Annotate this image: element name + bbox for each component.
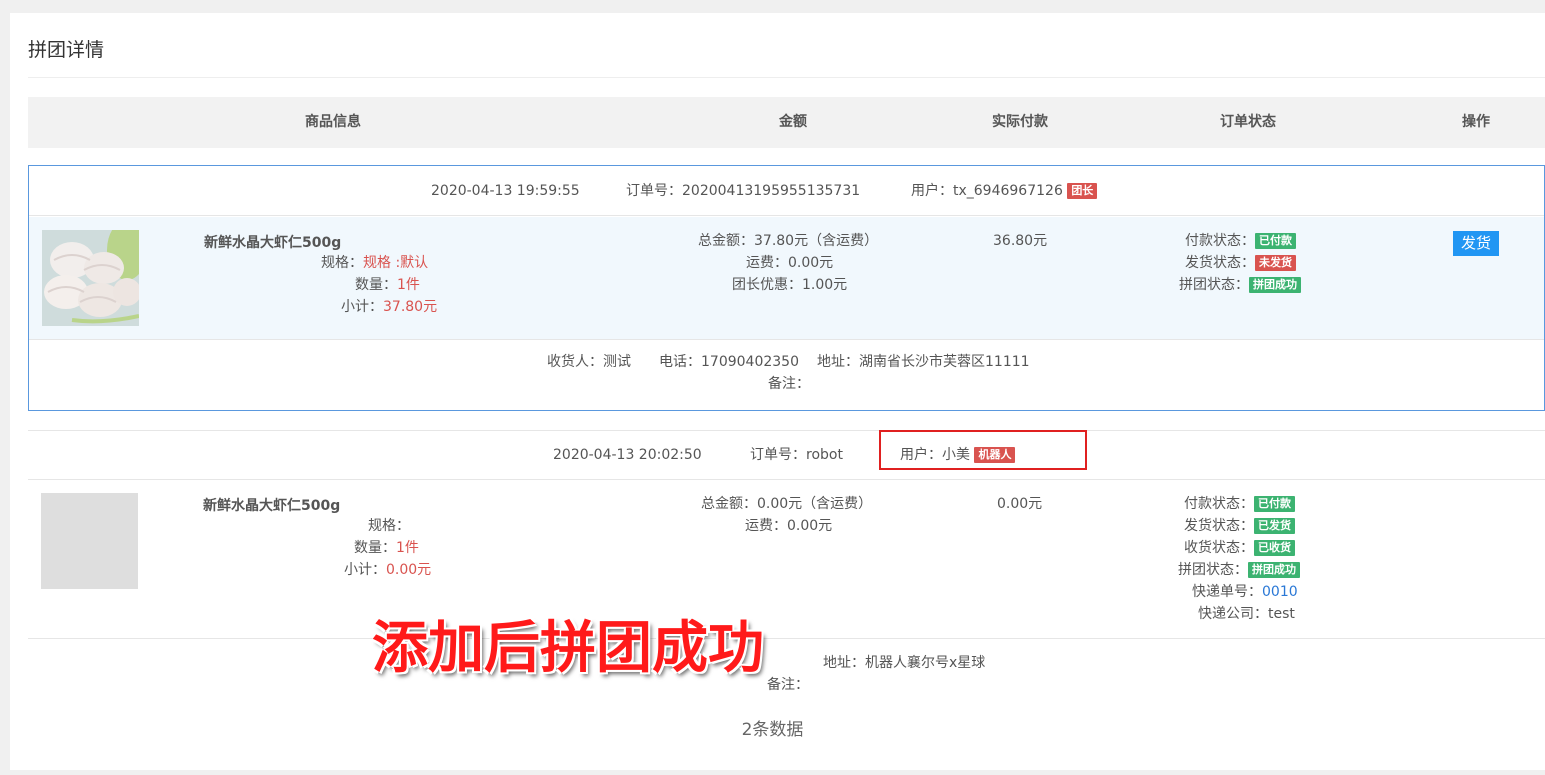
- ship-status-label: 发货状态：: [1185, 255, 1255, 271]
- leader-discount: 团长优惠：1.00元: [732, 277, 848, 293]
- courier-value: test: [1268, 606, 1295, 622]
- ship-status-badge: 已发货: [1254, 518, 1295, 534]
- consignee-phone: 电话：17090402350: [659, 354, 799, 370]
- quantity-label: 数量：: [354, 540, 396, 556]
- product-name: 新鲜水晶大虾仁500g: [203, 498, 341, 514]
- ship-status: 发货状态： 已发货: [1184, 515, 1295, 537]
- receive-status-label: 收货状态：: [1184, 540, 1254, 556]
- product-spec: 规格：: [368, 515, 410, 537]
- order-body: 新鲜水晶大虾仁500g 规格：规格 :默认 数量：1件 小计：37.80元 总金…: [29, 217, 1544, 340]
- ship-status-badge: 未发货: [1255, 255, 1296, 271]
- pay-status: 付款状态： 已付款: [1184, 493, 1295, 515]
- spec-value: 规格 :默认: [363, 255, 429, 271]
- courier-label: 快递公司：: [1198, 606, 1268, 622]
- tracking-label: 快递单号：: [1192, 584, 1262, 600]
- order-card: 2020-04-13 19:59:55 订单号：2020041319595513…: [28, 165, 1545, 411]
- product-image[interactable]: [42, 230, 139, 326]
- pay-status-label: 付款状态：: [1185, 233, 1255, 249]
- paid-amount: 0.00元: [997, 496, 1043, 512]
- pay-status: 付款状态： 已付款: [1185, 230, 1296, 252]
- freight-amount: 运费：0.00元: [745, 518, 833, 534]
- receive-status: 收货状态： 已收货: [1184, 537, 1295, 559]
- order-number-value: robot: [806, 447, 843, 463]
- order-number-label: 订单号：: [750, 447, 806, 463]
- header-order-status: 订单状态: [1220, 114, 1276, 130]
- record-count: 2条数据: [741, 720, 804, 740]
- group-status-badge: 拼团成功: [1248, 562, 1300, 578]
- order-number: 订单号：robot: [750, 431, 843, 480]
- total-amount: 总金额：37.80元（含运费）: [698, 233, 879, 249]
- order-header: 2020-04-13 19:59:55 订单号：2020041319595513…: [29, 166, 1544, 216]
- order-number-label: 订单号：: [626, 183, 682, 199]
- order-card: 2020-04-13 20:02:50 订单号：robot 用户：小美 机器人 …: [28, 430, 1545, 693]
- ship-button[interactable]: 发货: [1453, 231, 1499, 256]
- quantity-value: 1件: [397, 277, 420, 293]
- pay-status-label: 付款状态：: [1184, 496, 1254, 512]
- title-divider: [28, 77, 1545, 78]
- header-actions: 操作: [1462, 114, 1490, 130]
- spec-label: 规格：: [321, 255, 363, 271]
- header-product-info: 商品信息: [305, 114, 361, 130]
- order-number-value: 20200413195955135731: [682, 183, 861, 199]
- group-status: 拼团状态： 拼团成功: [1178, 559, 1300, 581]
- product-subtotal: 小计：0.00元: [344, 559, 431, 581]
- subtotal-label: 小计：: [344, 562, 386, 578]
- group-status-badge: 拼团成功: [1249, 277, 1301, 293]
- total-amount: 总金额：0.00元（含运费）: [701, 496, 873, 512]
- subtotal-label: 小计：: [341, 299, 383, 315]
- product-spec: 规格：规格 :默认: [321, 252, 428, 274]
- product-name: 新鲜水晶大虾仁500g: [204, 235, 342, 251]
- subtotal-value: 0.00元: [386, 562, 432, 578]
- product-subtotal: 小计：37.80元: [341, 296, 437, 318]
- shrimp-image-icon: [42, 230, 139, 326]
- pay-status-badge: 已付款: [1254, 496, 1295, 512]
- order-user: 用户：tx_6946967126 团长: [911, 166, 1098, 216]
- product-quantity: 数量：1件: [355, 274, 420, 296]
- order-remark: 备注：: [768, 376, 810, 392]
- tracking-value[interactable]: 0010: [1262, 584, 1298, 600]
- ship-status: 发货状态： 未发货: [1185, 252, 1296, 274]
- order-time: 2020-04-13 19:59:55: [431, 183, 580, 199]
- header-paid: 实际付款: [992, 114, 1048, 130]
- product-quantity: 数量：1件: [354, 537, 419, 559]
- ship-status-label: 发货状态：: [1184, 518, 1254, 534]
- consignee: 收货人：测试: [547, 354, 631, 370]
- consignee-address: 地址：湖南省长沙市芙蓉区11111: [817, 354, 1030, 370]
- pay-status-badge: 已付款: [1255, 233, 1296, 249]
- order-time: 2020-04-13 20:02:50: [553, 447, 702, 463]
- freight-amount: 运费：0.00元: [746, 255, 834, 271]
- quantity-label: 数量：: [355, 277, 397, 293]
- overlay-caption: 添加后拼团成功: [372, 616, 764, 681]
- order-body: 新鲜水晶大虾仁500g 规格： 数量：1件 小计：0.00元 总金额：0.00元…: [28, 480, 1545, 639]
- group-status-label: 拼团状态：: [1179, 277, 1249, 293]
- table-header: 商品信息 金额 实际付款 订单状态 操作: [28, 97, 1545, 148]
- tracking-number: 快递单号：0010: [1192, 581, 1298, 603]
- quantity-value: 1件: [396, 540, 419, 556]
- group-status: 拼团状态： 拼团成功: [1179, 274, 1301, 296]
- courier-company: 快递公司：test: [1198, 603, 1295, 625]
- header-amount: 金额: [779, 114, 807, 130]
- user-label: 用户：: [911, 183, 953, 199]
- group-status-label: 拼团状态：: [1178, 562, 1248, 578]
- receive-status-badge: 已收货: [1254, 540, 1295, 556]
- page-title: 拼团详情: [28, 39, 105, 61]
- highlight-box: [879, 430, 1087, 470]
- spec-label: 规格：: [368, 518, 410, 534]
- order-number: 订单号：20200413195955135731: [626, 166, 860, 216]
- user-name: tx_6946967126: [953, 183, 1063, 199]
- consignee-address: 地址：机器人襄尔号x星球: [823, 655, 986, 671]
- order-remark: 备注：: [767, 677, 809, 693]
- order-header: 2020-04-13 20:02:50 订单号：robot 用户：小美 机器人: [28, 431, 1545, 480]
- leader-badge: 团长: [1067, 183, 1098, 199]
- paid-amount: 36.80元: [993, 233, 1048, 249]
- subtotal-value: 37.80元: [383, 299, 438, 315]
- product-image-placeholder[interactable]: [41, 493, 138, 589]
